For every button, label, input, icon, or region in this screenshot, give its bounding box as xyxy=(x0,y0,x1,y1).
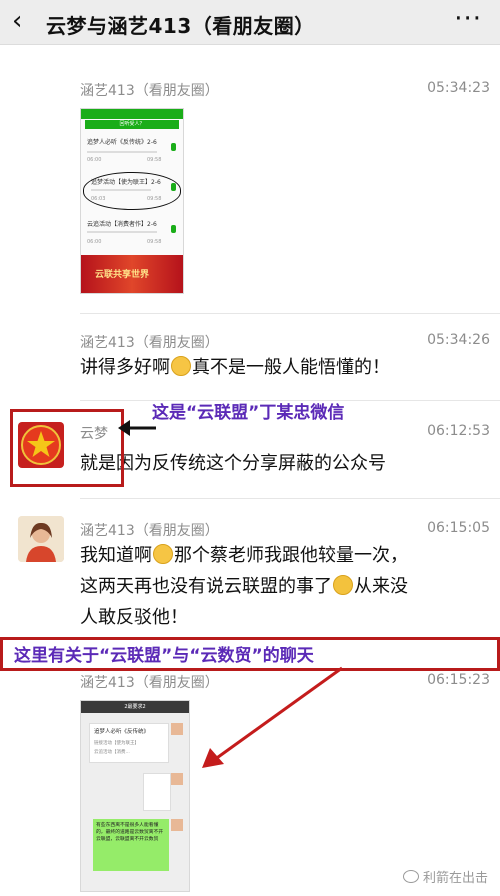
message-time: 06:12:53 xyxy=(427,423,490,439)
text-line: 这两天再也没有说云联盟的事了 从来没 xyxy=(80,573,408,600)
text-part: 讲得多好啊 xyxy=(80,357,170,378)
message-time: 06:15:23 xyxy=(427,672,490,688)
thumb-duration: 09:58 xyxy=(147,239,162,245)
thumb-audio-icon xyxy=(171,183,176,191)
avatar-annotation-text: 这是“云联盟”丁某忠微信 xyxy=(152,403,345,423)
thumb-time: 06:03 xyxy=(91,196,106,202)
smile-emoji-icon xyxy=(153,544,173,564)
sender-name: 涵艺413（看朋友圈） xyxy=(80,523,219,539)
thumb-card-line: 链接活动【使为联王】 xyxy=(94,741,139,746)
shared-chat-screenshot[interactable]: 2最要求2 追梦人必听《反传统》 链接活动【使为联王】 云追活动【消费... 有… xyxy=(80,700,190,892)
message-text: 我知道啊 那个蔡老师我跟他较量一次， 这两天再也没有说云联盟的事了 从来没 人敢反驳… xyxy=(80,542,408,631)
text-part: 我知道啊 xyxy=(80,545,152,566)
thumb-item: 追梦人必听《反传统》2-6 xyxy=(87,139,157,146)
wechat-icon xyxy=(402,870,419,883)
smile-emoji-icon xyxy=(171,356,191,376)
divider xyxy=(80,498,500,499)
message-time: 05:34:26 xyxy=(427,332,490,348)
avatar[interactable] xyxy=(18,516,64,562)
sender-name: 涵艺413（看朋友圈） xyxy=(80,83,219,99)
text-part: 那个蔡老师我跟他较量一次， xyxy=(174,545,408,566)
thumb-duration: 09:58 xyxy=(147,196,162,202)
thumb-line xyxy=(87,151,157,153)
red-banner: 云联共享世界 xyxy=(81,255,183,293)
chat-title: 云梦与涵艺413（看朋友圈） xyxy=(46,14,315,38)
thumb-item: 追梦活动【使为联王】2-6 xyxy=(91,179,161,186)
thinking-emoji-icon xyxy=(333,575,353,595)
thumb-status-bar xyxy=(81,109,183,119)
divider xyxy=(80,313,500,314)
thumb-card-line: 云追活动【消费... xyxy=(94,750,130,755)
watermark-text: 利箭在出击 xyxy=(422,871,488,886)
thumb-audio-icon xyxy=(171,143,176,151)
red-arrow-icon xyxy=(202,666,343,768)
sender-name: 涵艺413（看朋友圈） xyxy=(80,335,219,351)
thumb-green-bubble: 有些东西离不是很多人能看懂的，最终的道路是云数贸离不开云联盟，云联盟离不开云数贸 xyxy=(93,819,169,871)
thumb-avatar xyxy=(171,723,183,735)
message-text: 讲得多好啊 真不是一般人能悟懂的！ xyxy=(80,354,390,381)
watermark: 利箭在出击 xyxy=(402,867,488,886)
thumb-time: 06:00 xyxy=(87,239,102,245)
more-dots-icon[interactable]: ··· xyxy=(454,4,482,34)
thumb-header: 回听受人？ xyxy=(85,120,179,129)
banner-text: 云联共享世界 xyxy=(95,270,150,280)
message-time: 05:34:23 xyxy=(427,80,490,96)
message-text: 就是因为反传统这个分享屏蔽的公众号 xyxy=(80,453,386,474)
text-part: 人敢反驳他！ xyxy=(80,607,188,628)
text-part: 从来没 xyxy=(354,576,408,597)
thumb-avatar xyxy=(171,773,183,785)
thumb-time: 06:00 xyxy=(87,157,102,163)
avatar-highlight-box xyxy=(10,409,124,487)
thumb-line xyxy=(91,189,151,191)
thumb-item: 云追活动【消费者作】2-6 xyxy=(87,221,157,228)
chat-annotation-text: 这里有关于“云联盟”与“云数贸”的聊天 xyxy=(14,646,314,666)
text-line: 人敢反驳他！ xyxy=(80,604,408,631)
back-chevron-icon[interactable]: ‹ xyxy=(12,8,22,34)
shared-screenshot-image[interactable]: 回听受人？ 追梦人必听《反传统》2-6 06:00 09:58 追梦活动【使为联… xyxy=(80,108,184,294)
text-line: 我知道啊 那个蔡老师我跟他较量一次， xyxy=(80,542,408,569)
thumb-duration: 09:58 xyxy=(147,157,162,163)
message-time: 06:15:05 xyxy=(427,520,490,536)
text-part: 这两天再也没有说云联盟的事了 xyxy=(80,576,332,597)
thumb-image-card xyxy=(143,773,171,811)
person-photo-icon xyxy=(18,516,64,562)
thumb-title-bar: 2最要求2 xyxy=(81,701,189,713)
thumb-audio-icon xyxy=(171,225,176,233)
thumb-avatar xyxy=(171,819,183,831)
thumb-card-title: 追梦人必听《反传统》 xyxy=(94,729,150,735)
thumb-card: 追梦人必听《反传统》 链接活动【使为联王】 云追活动【消费... xyxy=(89,723,169,763)
chat-header: ‹ 云梦与涵艺413（看朋友圈） ··· xyxy=(0,0,500,45)
text-part: 真不是一般人能悟懂的！ xyxy=(192,357,390,378)
thumb-line xyxy=(87,231,157,233)
